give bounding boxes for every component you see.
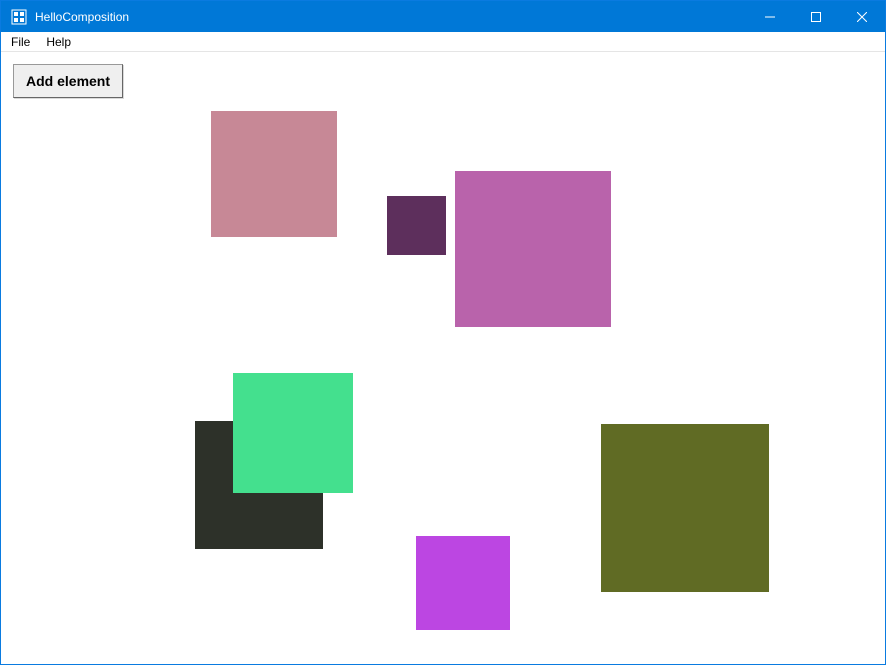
canvas-square — [455, 171, 611, 327]
minimize-button[interactable] — [747, 1, 793, 32]
window-title: HelloComposition — [35, 10, 129, 24]
canvas-square — [601, 424, 769, 592]
close-button[interactable] — [839, 1, 885, 32]
menubar: File Help — [1, 32, 885, 52]
menu-help[interactable]: Help — [38, 33, 79, 51]
titlebar: HelloComposition — [1, 1, 885, 32]
canvas-square — [233, 373, 353, 493]
canvas-area: Add element — [1, 52, 885, 664]
canvas-square — [387, 196, 446, 255]
canvas-square — [416, 536, 510, 630]
app-icon — [11, 9, 27, 25]
canvas-square — [211, 111, 337, 237]
menu-file[interactable]: File — [3, 33, 38, 51]
maximize-button[interactable] — [793, 1, 839, 32]
add-element-button[interactable]: Add element — [13, 64, 123, 98]
